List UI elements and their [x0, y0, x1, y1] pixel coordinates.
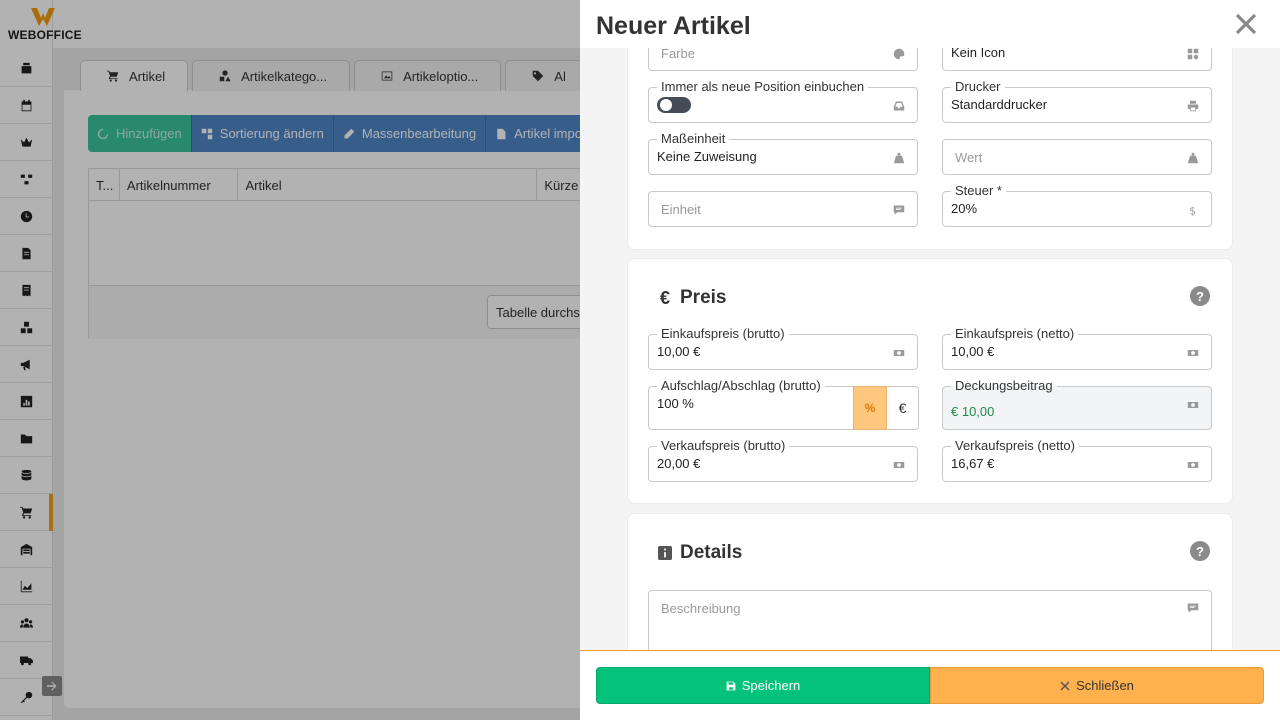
color-field[interactable]: Farbe [648, 48, 918, 71]
euro-icon: € [659, 287, 670, 308]
close-button-label: Schließen [1076, 678, 1134, 693]
euro-toggle-button[interactable]: € [887, 386, 919, 430]
floppy-disk-icon [726, 681, 736, 690]
sales-price-gross-field[interactable]: Verkaufspreis (brutto) 20,00 € [648, 437, 918, 482]
dollar-icon: $ [1187, 203, 1199, 218]
price-card: € Preis ? Einkaufspreis (brutto) 10,00 €… [627, 258, 1233, 504]
tax-value: 20% [951, 201, 978, 216]
inbox-icon [893, 99, 905, 111]
money-bill-icon [1187, 458, 1199, 470]
price-title: Preis [680, 287, 727, 308]
drawer-scroll-area[interactable]: Farbe Kein Icon Immer als neue Position … [580, 48, 1280, 650]
contribution-margin-label: Deckungsbeitrag [951, 377, 1057, 395]
details-title: Details [680, 542, 743, 563]
close-button[interactable]: Schließen [930, 667, 1264, 704]
palette-icon [893, 48, 905, 60]
printer-field[interactable]: Drucker Standarddrucker [942, 78, 1212, 123]
markup-field[interactable]: Aufschlag/Abschlag (brutto) 100 % % € [648, 377, 919, 430]
description-placeholder: Beschreibung [661, 601, 741, 616]
price-help-icon[interactable]: ? [1190, 286, 1210, 306]
sales-price-net-label: Verkaufspreis (netto) [951, 437, 1079, 455]
printer-value: Standarddrucker [951, 97, 1048, 112]
purchase-price-gross-field[interactable]: Einkaufspreis (brutto) 10,00 € [648, 325, 918, 370]
details-heading: Details [658, 542, 742, 564]
times-icon [1060, 681, 1070, 690]
price-heading: € Preis [658, 287, 727, 309]
color-placeholder: Farbe [661, 48, 695, 61]
icon-field[interactable]: Kein Icon [942, 48, 1212, 71]
sales-price-gross-value: 20,00 € [657, 456, 701, 471]
printer-label: Drucker [951, 78, 1005, 96]
contribution-margin-value: € 10,00 [951, 404, 995, 419]
comment-icon [1187, 601, 1199, 613]
save-button-label: Speichern [741, 678, 801, 693]
always-new-position-label: Immer als neue Position einbuchen [657, 78, 869, 96]
general-card: Farbe Kein Icon Immer als neue Position … [627, 48, 1233, 250]
money-bill-icon [893, 346, 905, 358]
close-x-icon [1235, 13, 1257, 35]
info-icon [658, 546, 672, 560]
weight-icon [1187, 151, 1199, 164]
contribution-margin-field: Deckungsbeitrag € 10,00 [942, 377, 1212, 430]
purchase-price-net-value: 10,00 € [951, 344, 995, 359]
unit-placeholder: Einheit [661, 202, 701, 217]
percent-toggle-button[interactable]: % [853, 386, 887, 430]
money-bill-icon [1187, 346, 1199, 358]
value-field[interactable]: Wert [942, 139, 1212, 175]
purchase-price-net-field[interactable]: Einkaufspreis (netto) 10,00 € [942, 325, 1212, 370]
description-textarea[interactable]: Beschreibung [648, 590, 1212, 650]
details-help-icon[interactable]: ? [1190, 541, 1210, 561]
drawer-title: Neuer Artikel [596, 12, 751, 40]
always-new-position-field: Immer als neue Position einbuchen [648, 78, 918, 123]
money-bill-icon [893, 458, 905, 470]
tax-label: Steuer * [951, 182, 1006, 200]
new-article-drawer: Neuer Artikel Farbe Kein Icon Immer als … [580, 0, 1280, 720]
close-icon[interactable] [1232, 10, 1260, 38]
markup-value: 100 % [657, 396, 694, 411]
tax-field[interactable]: Steuer * 20% $ [942, 182, 1212, 227]
purchase-price-net-label: Einkaufspreis (netto) [951, 325, 1079, 343]
details-card: Details ? Beschreibung [627, 513, 1233, 650]
purchase-price-gross-label: Einkaufspreis (brutto) [657, 325, 789, 343]
sales-price-gross-label: Verkaufspreis (brutto) [657, 437, 790, 455]
money-bill-icon [1187, 398, 1199, 410]
printer-icon [1187, 99, 1199, 112]
unit-of-measure-value: Keine Zuweisung [657, 149, 757, 164]
unit-of-measure-field[interactable]: Maßeinheit Keine Zuweisung [648, 130, 918, 175]
weight-icon [893, 151, 905, 164]
sales-price-net-value: 16,67 € [951, 456, 995, 471]
comment-icon [893, 203, 905, 215]
purchase-price-gross-value: 10,00 € [657, 344, 701, 359]
sales-price-net-field[interactable]: Verkaufspreis (netto) 16,67 € [942, 437, 1212, 482]
icons-icon [1187, 48, 1199, 60]
markup-label: Aufschlag/Abschlag (brutto) [657, 377, 825, 395]
drawer-footer: Speichern Schließen [580, 650, 1280, 720]
always-new-position-toggle[interactable] [657, 97, 691, 113]
unit-field[interactable]: Einheit [648, 191, 918, 227]
svg-text:$: $ [1189, 206, 1196, 217]
value-placeholder: Wert [955, 150, 983, 165]
unit-of-measure-label: Maßeinheit [657, 130, 730, 148]
icon-value: Kein Icon [951, 48, 1006, 60]
save-button[interactable]: Speichern [596, 667, 930, 704]
